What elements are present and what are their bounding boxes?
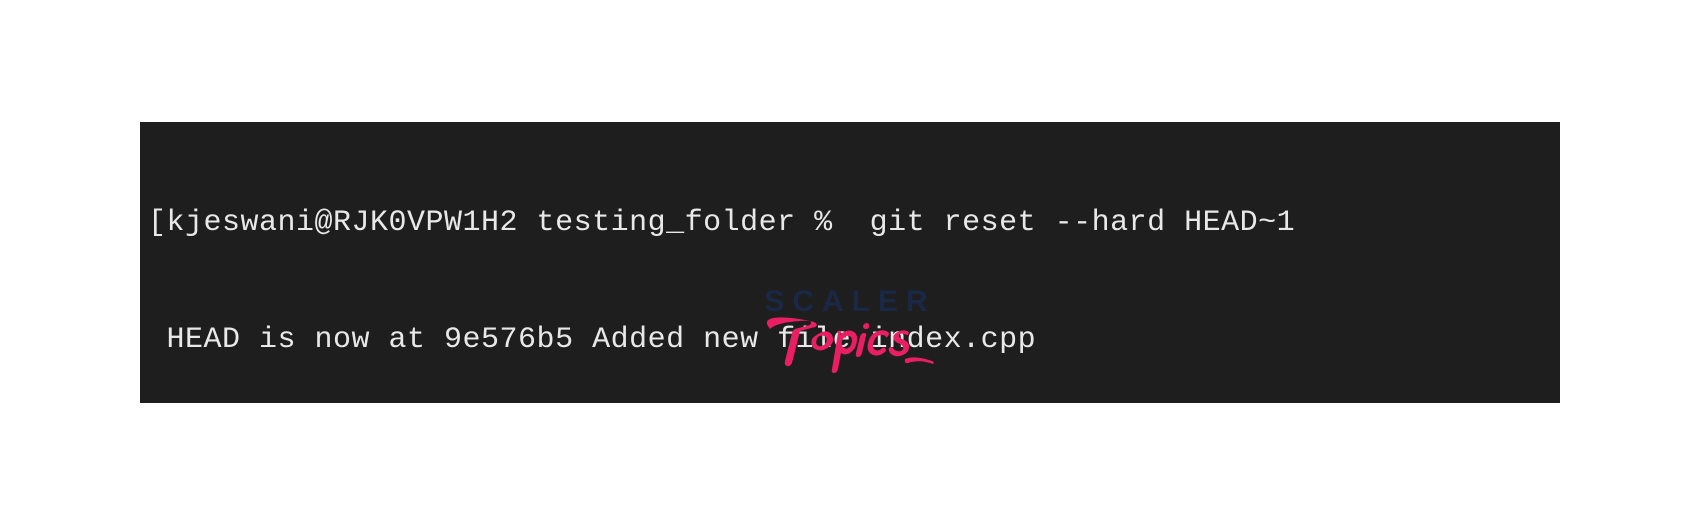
terminal-line-1: [kjeswani@RJK0VPW1H2 testing_folder % gi… (148, 204, 1552, 243)
logo-topics-text (760, 311, 940, 381)
logo: SCALER (760, 285, 940, 381)
